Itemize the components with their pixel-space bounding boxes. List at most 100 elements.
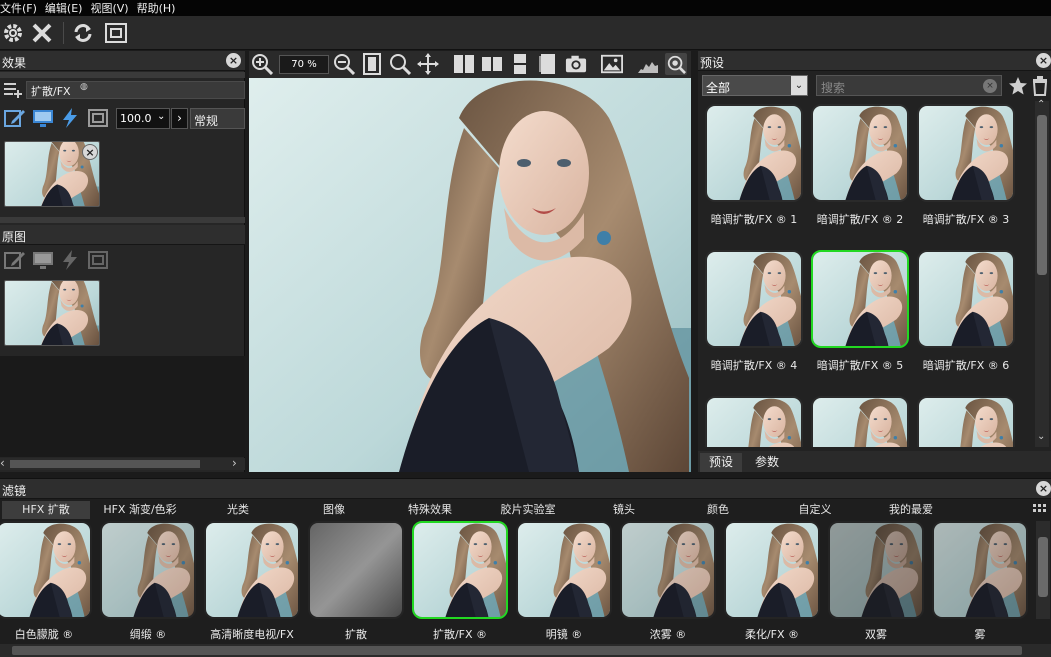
menu-view[interactable]: 视图(V) bbox=[90, 0, 132, 16]
tab-presets[interactable]: 预设 bbox=[700, 453, 742, 472]
actual-size-button[interactable] bbox=[389, 53, 411, 75]
filter-tab-lens[interactable]: 镜头 bbox=[586, 501, 662, 519]
filter-h-scrollbar-thumb[interactable] bbox=[12, 646, 1022, 655]
menu-file[interactable]: 文件(F) bbox=[0, 0, 41, 16]
filters-header: 滤镜 × bbox=[0, 479, 1051, 499]
filter-tab-custom[interactable]: 自定义 bbox=[776, 501, 854, 519]
opacity-field[interactable]: 100.0 ⌄ bbox=[116, 108, 170, 129]
preset-thumb-5[interactable] bbox=[811, 250, 909, 348]
enable-effect-button[interactable] bbox=[60, 107, 80, 129]
portrait-photo bbox=[249, 78, 691, 472]
clear-search-icon[interactable]: × bbox=[983, 79, 997, 93]
split-horizontal-button[interactable] bbox=[509, 53, 531, 75]
split-vertical-button[interactable] bbox=[453, 53, 475, 75]
filter-tab-film-lab[interactable]: 胶片实验室 bbox=[488, 501, 568, 519]
edit-effect-button[interactable] bbox=[4, 108, 26, 128]
opacity-next-icon[interactable]: › bbox=[171, 108, 188, 129]
filter-tab-image[interactable]: 图像 bbox=[296, 501, 372, 519]
scroll-down-arrow-icon[interactable]: ⌄ bbox=[1037, 431, 1045, 442]
remove-layer-button[interactable]: × bbox=[82, 144, 98, 160]
zoom-out-button[interactable] bbox=[333, 53, 355, 75]
delete-preset-button[interactable] bbox=[1031, 76, 1049, 99]
presets-header: 预设 × bbox=[698, 51, 1051, 71]
presets-close-button[interactable]: × bbox=[1036, 53, 1051, 68]
scroll-right-arrow-icon[interactable]: › bbox=[232, 456, 237, 470]
left-scrollbar-thumb[interactable] bbox=[10, 460, 200, 468]
menubar: 文件(F) 编辑(E) 视图(V) 帮助(H) bbox=[0, 0, 1051, 16]
fit-height-button[interactable] bbox=[361, 53, 383, 75]
portrait-thumbnail-image bbox=[707, 398, 801, 447]
document-icon bbox=[539, 54, 555, 74]
filter-tab-light[interactable]: 光类 bbox=[200, 501, 276, 519]
presets-title: 预设 bbox=[700, 56, 725, 70]
pan-button[interactable] bbox=[417, 53, 439, 75]
single-view-button[interactable] bbox=[537, 53, 559, 75]
original-header: 原图 bbox=[0, 225, 245, 245]
fit-screen-button[interactable] bbox=[103, 20, 129, 46]
preset-thumb-8[interactable] bbox=[811, 396, 909, 447]
preset-thumb-2[interactable] bbox=[811, 104, 909, 202]
filter-scrollbar-thumb[interactable] bbox=[1038, 537, 1048, 597]
filter-thumb-white-haze[interactable] bbox=[0, 521, 92, 619]
filter-tab-hfx-diffusion[interactable]: HFX 扩散 bbox=[2, 501, 90, 519]
portrait-thumbnail-image bbox=[206, 523, 298, 617]
preset-thumb-6[interactable] bbox=[917, 250, 1015, 348]
preset-thumb-4[interactable] bbox=[705, 250, 803, 348]
portrait-thumbnail-image bbox=[102, 523, 194, 617]
histogram-button[interactable] bbox=[637, 53, 659, 75]
favorite-button[interactable] bbox=[1008, 76, 1028, 99]
effects-close-button[interactable]: × bbox=[226, 53, 241, 68]
add-layer-button[interactable] bbox=[2, 80, 24, 100]
original-thumbnail[interactable] bbox=[4, 280, 100, 346]
settings-button[interactable] bbox=[0, 20, 26, 46]
preset-thumb-7[interactable] bbox=[705, 396, 803, 447]
tab-parameters[interactable]: 参数 bbox=[746, 453, 788, 472]
menu-edit[interactable]: 编辑(E) bbox=[45, 0, 87, 16]
preset-scrollbar-thumb[interactable] bbox=[1037, 115, 1047, 275]
split-half-button[interactable] bbox=[481, 53, 503, 75]
left-panel: 效果 × 扩散/FX ◍ 100.0 ⌄ › 常规 × 原图 ‹ › bbox=[0, 51, 245, 472]
blend-mode-select[interactable]: 常规 bbox=[190, 108, 245, 129]
chevron-down-icon[interactable]: ⌄ bbox=[791, 76, 807, 95]
preset-thumb-3[interactable] bbox=[917, 104, 1015, 202]
filter-thumb-bright-mirror[interactable] bbox=[516, 521, 612, 619]
preset-thumb-1[interactable] bbox=[705, 104, 803, 202]
mask-button[interactable] bbox=[87, 108, 109, 128]
preset-category-select[interactable]: 全部 ⌄ bbox=[702, 75, 808, 96]
opacity-dropdown-icon[interactable]: ⌄ bbox=[157, 111, 165, 122]
filter-thumb-soften-fx[interactable] bbox=[724, 521, 820, 619]
filter-thumb-hdtv[interactable] bbox=[204, 521, 300, 619]
image-button[interactable] bbox=[601, 53, 623, 75]
filter-thumb-heavy-fog[interactable] bbox=[620, 521, 716, 619]
filter-thumb-satin[interactable] bbox=[100, 521, 196, 619]
filter-thumb-diffusion[interactable] bbox=[308, 521, 404, 619]
refresh-button[interactable] bbox=[70, 20, 96, 46]
display-toggle-button[interactable] bbox=[32, 108, 54, 128]
preset-thumb-9[interactable] bbox=[917, 396, 1015, 447]
grid-view-button[interactable] bbox=[1032, 503, 1048, 520]
filter-tab-hfx-gradient[interactable]: HFX 渐变/色彩 bbox=[92, 501, 188, 519]
portrait-thumbnail-image bbox=[813, 398, 907, 447]
scroll-up-arrow-icon[interactable]: ⌃ bbox=[1037, 99, 1045, 110]
filter-thumb-diffusion-fx[interactable] bbox=[412, 521, 508, 619]
effect-layer-field[interactable]: 扩散/FX ◍ bbox=[26, 81, 245, 99]
filter-tab-favorites[interactable]: 我的最爱 bbox=[872, 501, 950, 519]
filter-thumb-fog[interactable] bbox=[932, 521, 1028, 619]
panel-divider bbox=[0, 217, 245, 223]
edit-pen-icon bbox=[4, 110, 25, 127]
loupe-button[interactable] bbox=[665, 53, 687, 75]
filters-close-button[interactable]: × bbox=[1036, 481, 1051, 496]
grid-dots-icon bbox=[1033, 504, 1046, 512]
close-image-button[interactable] bbox=[29, 20, 55, 46]
filter-tab-color[interactable]: 颜色 bbox=[680, 501, 756, 519]
preset-search-input[interactable]: 搜索 × bbox=[816, 75, 1002, 96]
edit-pen-icon bbox=[4, 252, 25, 269]
scroll-left-arrow-icon[interactable]: ‹ bbox=[0, 456, 5, 470]
image-viewer[interactable] bbox=[249, 78, 691, 472]
filter-thumb-double-fog[interactable] bbox=[828, 521, 924, 619]
snapshot-button[interactable] bbox=[565, 53, 587, 75]
filter-tab-special[interactable]: 特殊效果 bbox=[392, 501, 468, 519]
zoom-in-button[interactable] bbox=[251, 53, 273, 75]
menu-help[interactable]: 帮助(H) bbox=[137, 0, 180, 16]
zoom-level-field[interactable]: 70 % bbox=[279, 55, 329, 74]
